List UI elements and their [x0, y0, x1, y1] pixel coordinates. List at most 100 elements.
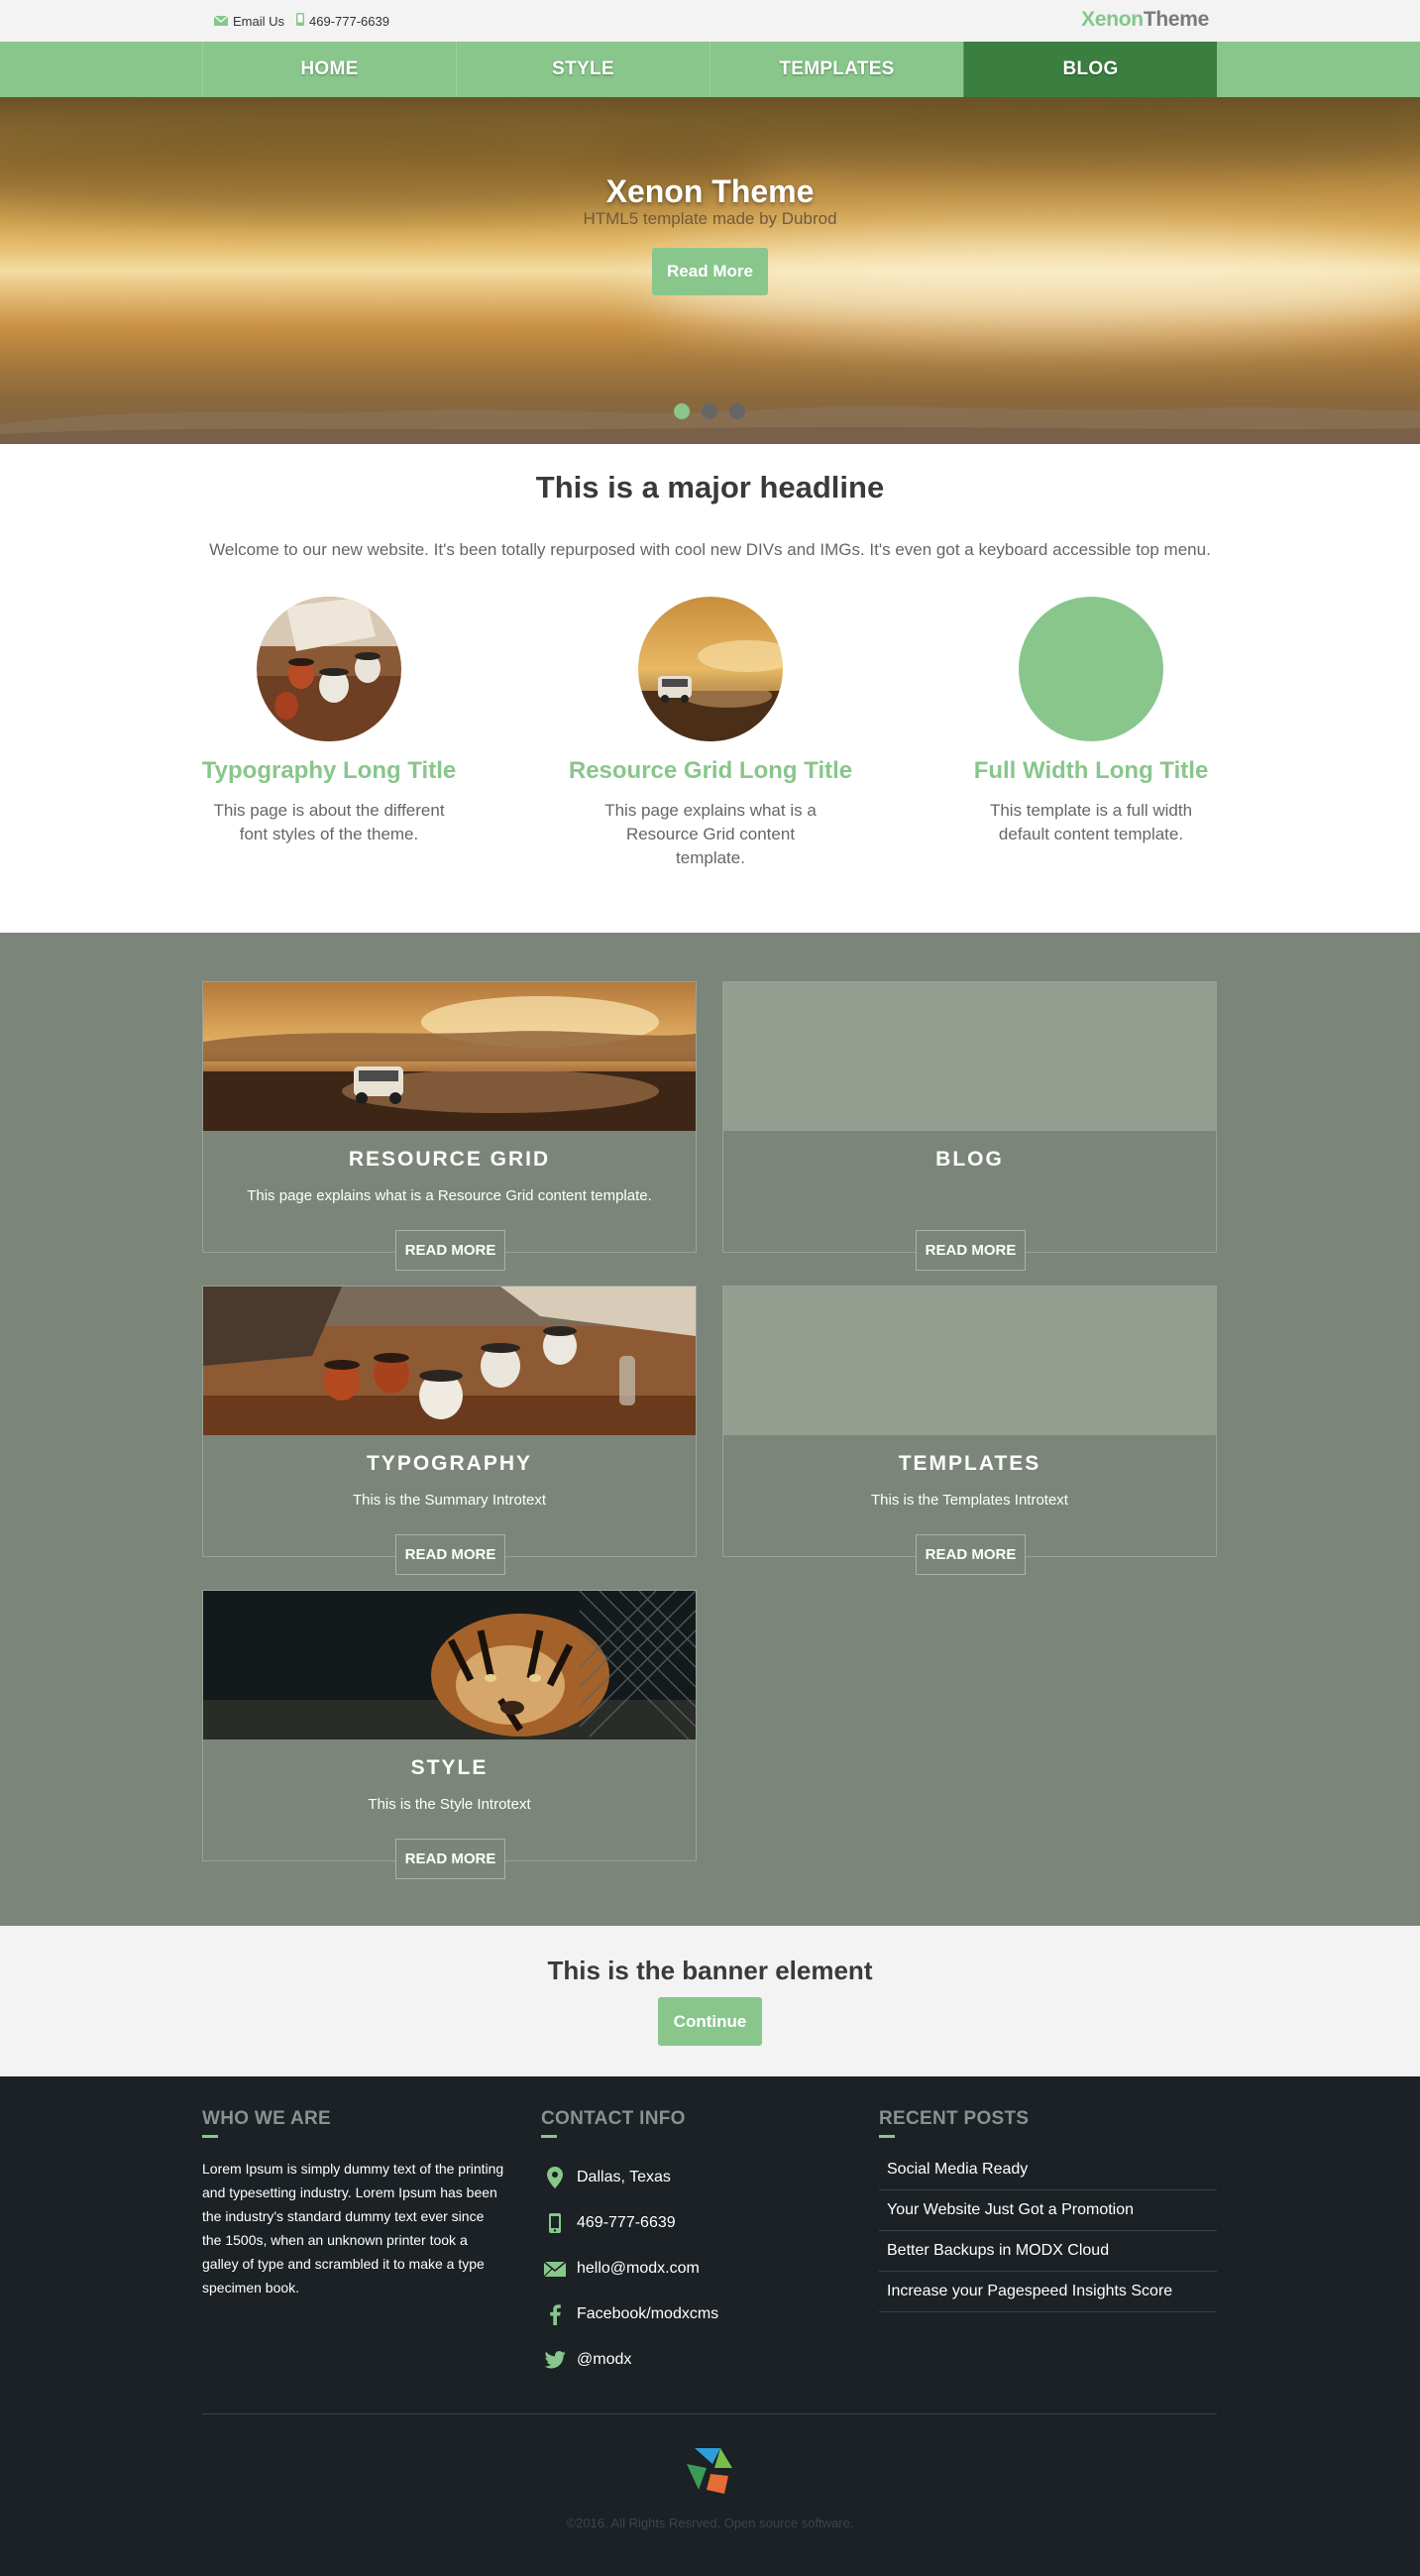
grid-card-resource-grid: RESOURCE GRID This page explains what is…	[202, 981, 697, 1271]
feature-title[interactable]: Typography Long Title	[180, 757, 478, 785]
recent-post-link[interactable]: Social Media Ready	[879, 2150, 1217, 2190]
read-more-button[interactable]: READ MORE	[395, 1230, 505, 1271]
card-title[interactable]: TEMPLATES	[723, 1452, 1216, 1476]
feature-resource-grid: Resource Grid Long Title This page expla…	[562, 597, 859, 870]
feature-image-mugs[interactable]	[257, 597, 401, 741]
contact-text: @modx	[577, 2351, 632, 2368]
read-more-button[interactable]: READ MORE	[916, 1534, 1026, 1575]
contact-item-phone[interactable]: 469-777-6639	[541, 2200, 878, 2246]
contact-item-email[interactable]: hello@modx.com	[541, 2246, 878, 2292]
logo-theme: Theme	[1143, 8, 1209, 31]
resource-grid: RESOURCE GRID This page explains what is…	[0, 933, 1420, 1926]
recent-post-link[interactable]: Better Backups in MODX Cloud	[879, 2231, 1217, 2272]
slider-dot-2[interactable]	[702, 403, 717, 419]
card-image-mugs[interactable]	[203, 1287, 696, 1435]
card-text: This is the Style Introtext	[368, 1796, 531, 1813]
card-text: This is the Templates Introtext	[871, 1492, 1068, 1509]
contact-text: hello@modx.com	[577, 2260, 700, 2277]
card-title[interactable]: STYLE	[203, 1756, 696, 1780]
feature-image-car[interactable]	[638, 597, 783, 741]
contact-text: 469-777-6639	[577, 2214, 676, 2231]
major-headline: This is a major headline	[535, 470, 885, 504]
nav-item-blog[interactable]: BLOG	[963, 42, 1217, 97]
read-more-button[interactable]: READ MORE	[916, 1230, 1026, 1271]
facebook-icon	[541, 2303, 569, 2325]
nav-item-templates[interactable]: TEMPLATES	[710, 42, 963, 97]
copyright-text: ©2016. All Rights Resrved. Open source s…	[566, 2516, 854, 2530]
feature-title[interactable]: Resource Grid Long Title	[562, 757, 859, 785]
heading-underline	[202, 2135, 218, 2138]
grid-card-templates: TEMPLATES This is the Templates Introtex…	[722, 1286, 1217, 1575]
heading-underline	[541, 2135, 557, 2138]
card-title[interactable]: BLOG	[723, 1148, 1216, 1172]
feature-full-width: Full Width Long Title This template is a…	[942, 597, 1240, 846]
footer-heading-text: CONTACT INFO	[541, 2108, 686, 2129]
feature-title[interactable]: Full Width Long Title	[942, 757, 1240, 785]
read-more-button[interactable]: READ MORE	[395, 1839, 505, 1879]
card-image-placeholder[interactable]	[723, 1287, 1216, 1435]
phone-icon	[541, 2213, 569, 2233]
footer-recent-posts: RECENT POSTS Social Media Ready Your Web…	[879, 2108, 1217, 2312]
recent-post-link[interactable]: Increase your Pagespeed Insights Score	[879, 2272, 1217, 2312]
email-label: Email Us	[233, 13, 285, 29]
card-image-placeholder[interactable]	[723, 982, 1216, 1131]
feature-typography: Typography Long Title This page is about…	[180, 597, 478, 846]
card-text: This page explains what is a Resource Gr…	[247, 1187, 652, 1204]
contact-list: Dallas, Texas 469-777-6639 hello@modx.co…	[541, 2155, 878, 2383]
twitter-icon	[541, 2351, 569, 2369]
contact-item-facebook[interactable]: Facebook/modxcms	[541, 2292, 878, 2337]
nav-item-home[interactable]: HOME	[202, 42, 456, 97]
envelope-icon	[213, 14, 229, 29]
top-contact: Email Us 469-777-6639	[213, 13, 401, 29]
heading-underline	[879, 2135, 895, 2138]
contact-item-location: Dallas, Texas	[541, 2155, 878, 2200]
phone-link[interactable]: 469-777-6639	[296, 13, 389, 29]
contact-item-twitter[interactable]: @modx	[541, 2337, 878, 2383]
map-pin-icon	[541, 2167, 569, 2188]
grid-card-style: STYLE This is the Style Introtext READ M…	[202, 1590, 697, 1879]
recent-post-link[interactable]: Your Website Just Got a Promotion	[879, 2190, 1217, 2231]
footer: WHO WE ARE Lorem Ipsum is simply dummy t…	[0, 2076, 1420, 2576]
slider-dot-3[interactable]	[729, 403, 745, 419]
grid-card-blog: BLOG READ MORE	[722, 981, 1217, 1271]
card-text: This is the Summary Introtext	[352, 1492, 547, 1509]
card-title[interactable]: RESOURCE GRID	[203, 1148, 696, 1172]
email-link[interactable]: Email Us	[213, 13, 285, 29]
phone-number: 469-777-6639	[309, 13, 389, 29]
contact-text: Dallas, Texas	[577, 2169, 671, 2185]
footer-who-we-are: WHO WE ARE Lorem Ipsum is simply dummy t…	[202, 2108, 539, 2299]
feature-text: This template is a full width default co…	[989, 801, 1193, 843]
top-bar: Email Us 469-777-6639 XenonTheme	[0, 0, 1420, 42]
feature-text: This page is about the different font st…	[213, 801, 445, 843]
slider-dot-1[interactable]	[674, 403, 690, 419]
banner: This is the banner element Continue	[0, 1926, 1420, 2076]
footer-divider	[202, 2413, 1217, 2414]
card-image-tiger[interactable]	[203, 1591, 696, 1739]
phone-icon	[296, 13, 305, 29]
contact-text: Facebook/modxcms	[577, 2305, 719, 2322]
modx-logo[interactable]	[685, 2446, 734, 2501]
nav-item-style[interactable]: STYLE	[456, 42, 710, 97]
footer-contact-info: CONTACT INFO Dallas, Texas 469-777-6639 …	[541, 2108, 878, 2383]
card-image-car-desert[interactable]	[203, 982, 696, 1131]
grid-card-typography: TYPOGRAPHY This is the Summary Introtext…	[202, 1286, 697, 1575]
hero-read-more-button[interactable]: Read More	[652, 248, 768, 295]
feature-image-placeholder[interactable]	[1019, 597, 1163, 741]
feature-text: This page explains what is a Resource Gr…	[604, 801, 817, 867]
intro-text: Welcome to our new website. It's been to…	[209, 540, 1211, 559]
footer-heading-text: RECENT POSTS	[879, 2108, 1030, 2129]
slider-dots	[674, 403, 757, 419]
main-nav: HOME STYLE TEMPLATES BLOG	[0, 42, 1420, 97]
continue-button[interactable]: Continue	[658, 1997, 762, 2046]
who-we-are-text: Lorem Ipsum is simply dummy text of the …	[202, 2161, 504, 2296]
envelope-icon	[541, 2261, 569, 2277]
card-title[interactable]: TYPOGRAPHY	[203, 1452, 696, 1476]
recent-posts-list: Social Media Ready Your Website Just Got…	[879, 2150, 1217, 2312]
footer-heading: RECENT POSTS	[879, 2108, 1216, 2138]
footer-heading-text: WHO WE ARE	[202, 2108, 332, 2129]
banner-title: This is the banner element	[547, 1956, 873, 1985]
logo-xenon: Xenon	[1081, 8, 1144, 31]
read-more-button[interactable]: READ MORE	[395, 1534, 505, 1575]
site-logo[interactable]: XenonTheme	[1081, 8, 1209, 32]
hero-slider: Xenon Theme HTML5 template made by Dubro…	[0, 97, 1420, 444]
